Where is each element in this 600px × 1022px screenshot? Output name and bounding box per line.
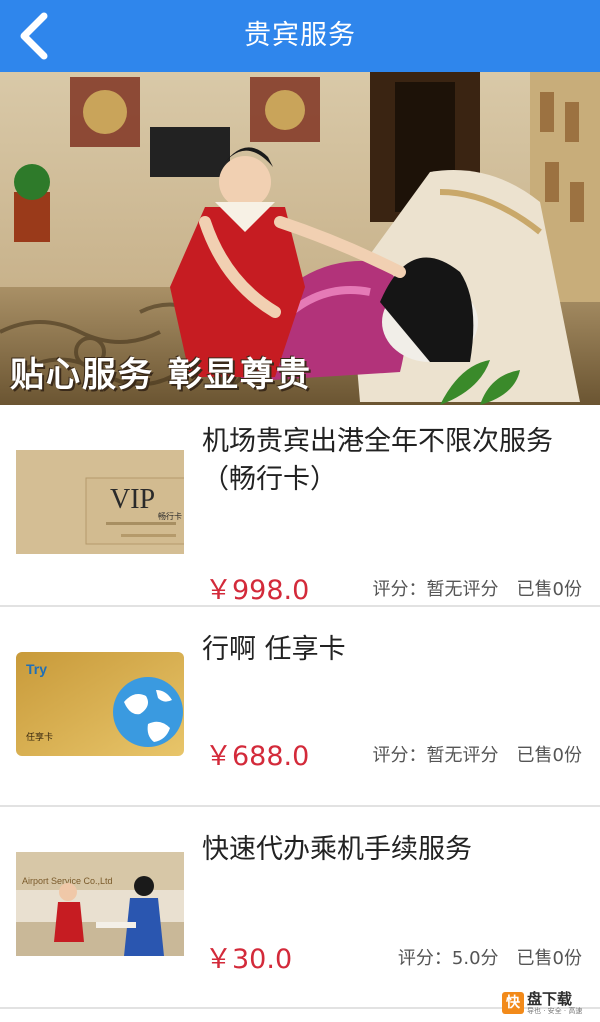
product-price: ￥30.0 [205, 944, 293, 975]
product-meta: 评分：5.0分 已售0份 [398, 944, 582, 970]
watermark-mark: 快 [502, 992, 524, 1014]
banner-caption: 贴心服务 彰显尊贵 [10, 355, 312, 395]
product-meta: 评分：暂无评分 已售0份 [373, 575, 582, 601]
product-name: 快速代办乘机手续服务 [202, 834, 472, 865]
top-bar: 贵宾服务 [0, 0, 600, 72]
watermark-logo: 快 盘下载 导也 · 安全 · 高速 [502, 988, 594, 1018]
product-name: 机场贵宾出港全年不限次服务（畅行卡） [202, 426, 553, 495]
list-item[interactable]: Airport Service Co.,Ltd 快速代办乘机手续服务 ￥30.0… [0, 807, 600, 1007]
card-type-label: 畅行卡 [158, 511, 182, 521]
sold-count: 已售0份 [516, 948, 582, 969]
product-price: ￥688.0 [205, 741, 310, 772]
brand-logo-text: Try [26, 661, 47, 677]
rating-text: 评分：暂无评分 [372, 579, 499, 600]
card-type-label: 任享卡 [26, 731, 53, 743]
product-price: ￥998.0 [205, 575, 310, 606]
product-thumbnail: VIP 畅行卡 [16, 450, 184, 554]
product-name: 行啊 任享卡 [202, 634, 346, 665]
product-thumbnail: Try 任享卡 [16, 652, 184, 756]
vip-label: VIP [110, 484, 155, 515]
list-item[interactable]: Try 任享卡 行啊 任享卡 ￥688.0 评分：暂无评分 已售0份 [0, 607, 600, 805]
sold-count: 已售0份 [516, 745, 582, 766]
watermark-title: 盘下载 [527, 990, 573, 1008]
page-title: 贵宾服务 [244, 20, 356, 51]
rating-text: 评分：暂无评分 [372, 745, 499, 766]
product-meta: 评分：暂无评分 已售0份 [373, 741, 582, 767]
banner-image[interactable]: 贴心服务 彰显尊贵 [0, 72, 600, 405]
product-thumbnail: Airport Service Co.,Ltd [16, 852, 184, 956]
list-item[interactable]: VIP 畅行卡 机场贵宾出港全年不限次服务（畅行卡） ￥998.0 评分：暂无评… [0, 405, 600, 606]
rating-text: 评分：5.0分 [397, 948, 499, 969]
watermark-subtitle: 导也 · 安全 · 高速 [527, 1007, 583, 1015]
sold-count: 已售0份 [516, 579, 582, 600]
watermark-text: 盘下载 导也 · 安全 · 高速 [527, 991, 582, 1015]
